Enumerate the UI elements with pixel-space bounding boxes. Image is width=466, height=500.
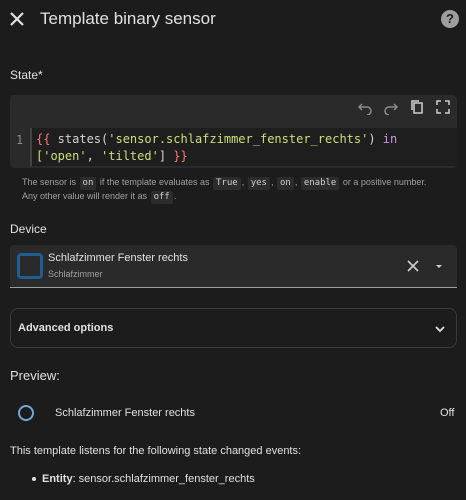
preview-state: Off xyxy=(440,407,455,419)
editor-toolbar xyxy=(357,99,451,115)
code-chip: off xyxy=(150,191,173,204)
copy-icon[interactable] xyxy=(409,99,425,115)
listened-entity: Entity: sensor.schlafzimmer_fenster_rech… xyxy=(42,473,255,485)
hint-text: . xyxy=(173,191,177,201)
state-label: State* xyxy=(10,68,43,82)
code-chip: True xyxy=(213,177,241,190)
hint-text: if the template evaluates as xyxy=(99,177,210,187)
preview-label: Preview: xyxy=(10,368,60,383)
code-chip: on xyxy=(276,177,294,190)
code-token: ] xyxy=(158,149,174,163)
entity-value: : sensor.schlafzimmer_fenster_rechts xyxy=(72,473,255,485)
preview-entity-name: Schlafzimmer Fenster rechts xyxy=(55,407,195,419)
code-token: 'tilted' xyxy=(101,149,159,163)
undo-icon[interactable] xyxy=(357,99,373,115)
hint-text: The sensor is xyxy=(22,177,77,187)
code-token: in xyxy=(382,132,398,146)
device-name: Schlafzimmer Fenster rechts xyxy=(48,252,188,264)
hint-text: or a positive number. xyxy=(342,177,427,187)
state-hint: The sensor is on if the template evaluat… xyxy=(22,177,427,204)
device-icon xyxy=(17,253,43,279)
state-circle-icon xyxy=(18,405,34,421)
code-token: {{ xyxy=(36,132,51,146)
code-token: 'sensor.schlafzimmer_fenster_rechts' xyxy=(108,132,369,146)
code-chip: yes xyxy=(247,177,270,190)
code-token: ) xyxy=(368,132,383,146)
chevron-down-icon[interactable] xyxy=(433,260,445,272)
chevron-down-icon[interactable] xyxy=(433,322,447,336)
code-token: states( xyxy=(50,132,109,146)
clear-icon[interactable] xyxy=(406,259,420,273)
code-token: , xyxy=(86,149,102,163)
dialog-title: Template binary sensor xyxy=(40,9,216,28)
template-code[interactable]: {{ states('sensor.schlafzimmer_fenster_r… xyxy=(36,131,397,165)
help-icon[interactable]: ? xyxy=(441,10,459,28)
listen-description: This template listens for the following … xyxy=(10,445,302,457)
entity-key: Entity xyxy=(42,473,73,485)
dialog-header: Template binary sensor ? xyxy=(0,0,466,40)
code-token: ['open' xyxy=(36,149,87,163)
fullscreen-icon[interactable] xyxy=(435,99,451,115)
code-area[interactable]: {{ states('sensor.schlafzimmer_fenster_r… xyxy=(30,128,457,166)
advanced-options-label: Advanced options xyxy=(18,322,114,334)
code-token: }} xyxy=(173,149,188,163)
device-picker[interactable]: Schlafzimmer Fenster rechts Schlafzimmer xyxy=(10,245,457,288)
line-number: 1 xyxy=(16,133,24,147)
advanced-options-expander[interactable]: Advanced options xyxy=(10,308,457,348)
device-area: Schlafzimmer xyxy=(48,269,103,279)
bullet xyxy=(32,477,36,481)
close-icon[interactable] xyxy=(8,10,26,28)
code-chip: on xyxy=(79,177,97,190)
device-label: Device xyxy=(10,222,47,236)
redo-icon[interactable] xyxy=(383,99,399,115)
template-editor[interactable]: 1 {{ states('sensor.schlafzimmer_fenster… xyxy=(10,95,457,168)
code-chip: enable xyxy=(300,177,340,190)
hint-text: Any other value will render it as xyxy=(22,191,148,201)
